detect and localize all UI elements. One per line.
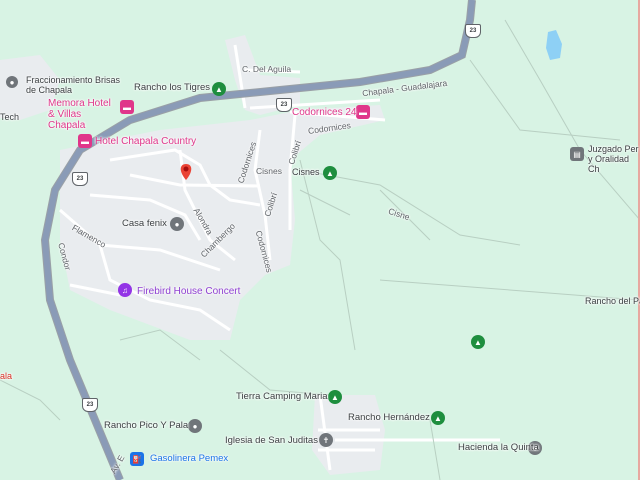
government-building-icon[interactable]: ▤ [570,147,584,161]
place-label-rancho-pico[interactable]: Rancho Pico Y Pala [104,420,188,431]
place-label-fraccionamiento[interactable]: Fraccionamiento Brisas de Chapala [26,75,126,96]
place-label-rancho-tigres[interactable]: Rancho los Tigres [134,82,210,93]
campground-icon[interactable]: ▲ [328,390,342,404]
hotel-icon[interactable]: ▬ [356,105,370,119]
place-label-firebird[interactable]: Firebird House Concert [137,286,240,297]
gas-station-icon[interactable]: ⛽ [130,452,144,466]
street-label-aguila: C. Del Aguila [242,64,292,74]
place-label-juzgado[interactable]: Juzgado Per y Oralidad Ch [588,145,640,175]
highway-23-shield-icon: 23 [465,24,481,38]
place-label-rancho-del-pa[interactable]: Rancho del Pa [585,296,640,307]
church-icon[interactable]: ✝ [319,433,333,447]
place-label-gasolinera[interactable]: Gasolinera Pemex [150,453,228,464]
place-icon[interactable]: ● [170,217,184,231]
place-label-cisnes[interactable]: Cisnes [292,167,320,178]
place-icon[interactable]: ● [188,419,202,433]
highway-23-shield-icon: 23 [276,98,292,112]
park-icon[interactable]: ▲ [323,166,337,180]
place-label-hotel-country[interactable]: Hotel Chapala Country [95,136,196,147]
place-icon[interactable]: ● [6,76,18,88]
place-label-memora[interactable]: Memora Hotel & Villas Chapala [48,98,118,131]
place-label-chapala-edge[interactable]: ala [0,371,12,382]
park-icon[interactable]: ▲ [431,411,445,425]
place-label-iglesia[interactable]: Iglesia de San Juditas [225,435,318,446]
place-label-rancho-hernandez[interactable]: Rancho Hernández [348,412,430,423]
highway-23-shield-icon: 23 [82,398,98,412]
place-label-hacienda[interactable]: Hacienda la Quinta [458,442,539,453]
park-icon[interactable]: ▲ [471,335,485,349]
place-label-casa-fenix[interactable]: Casa fenix [122,218,167,229]
highway-23-shield-icon: 23 [72,172,88,186]
music-venue-icon[interactable]: ♫ [118,283,132,297]
hotel-icon[interactable]: ▬ [120,100,134,114]
place-label-tech[interactable]: Tech [0,112,19,123]
place-label-codornices-24[interactable]: Codornices 24 [292,107,356,118]
street-label-cisnes: Cisnes [256,166,282,176]
place-label-tierra-camping[interactable]: Tierra Camping Maria [236,391,328,402]
hotel-icon[interactable]: ▬ [78,134,92,148]
park-icon[interactable]: ▲ [212,82,226,96]
